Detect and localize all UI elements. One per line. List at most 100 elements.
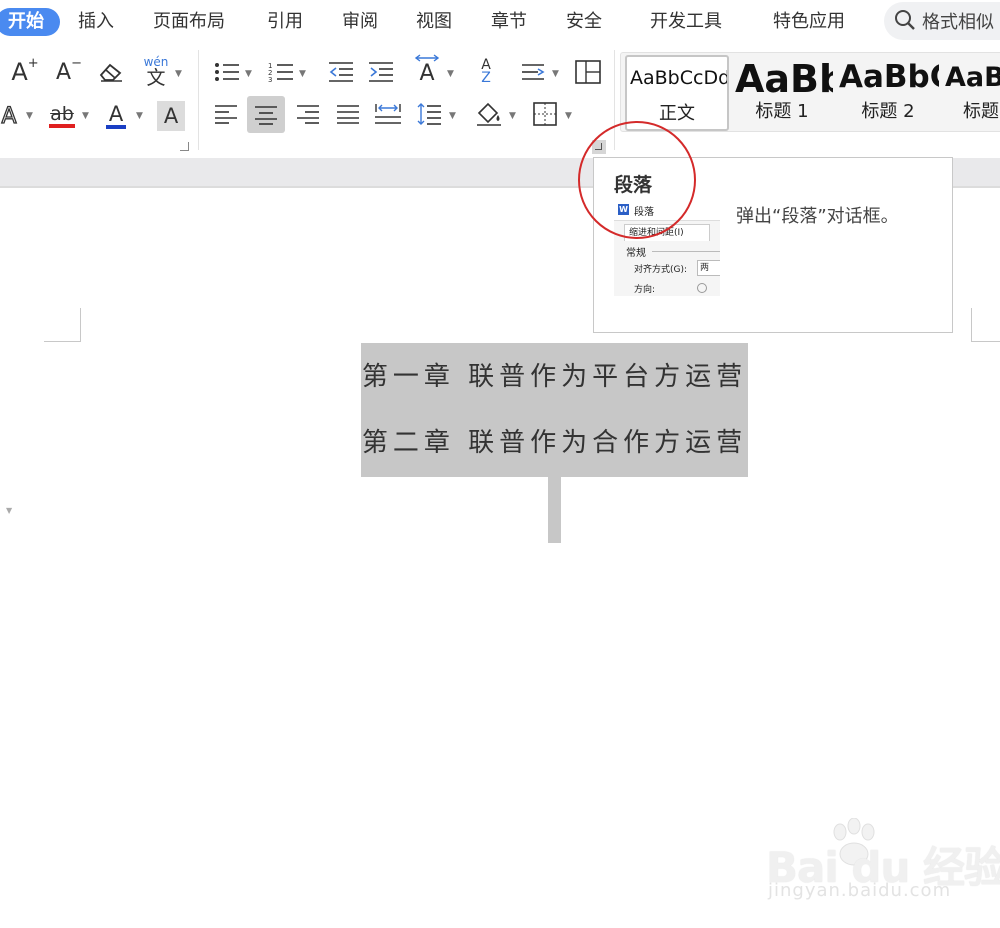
- tab-security[interactable]: 安全: [566, 8, 602, 36]
- highlight-dropdown-icon[interactable]: ▼: [82, 111, 89, 121]
- style-normal[interactable]: AaBbCcDd 正文: [625, 55, 729, 131]
- align-center-icon: [255, 105, 277, 125]
- increase-font-sup: +: [27, 55, 39, 71]
- document-line[interactable]: 第二章 联普作为合作方运营: [361, 411, 748, 475]
- mini-dialog-group-line: [652, 251, 720, 252]
- pinyin-guide-button[interactable]: wén 文: [138, 54, 174, 90]
- mini-dialog-align-label: 对齐方式(G):: [634, 265, 688, 275]
- style-heading-2[interactable]: AaBbC 标题 2: [837, 55, 939, 127]
- char-shading-button[interactable]: A: [157, 101, 185, 131]
- style-name: 标题: [963, 101, 999, 122]
- mini-dialog-radio-icon: [697, 283, 707, 293]
- paragraph-marks-icon: [522, 64, 545, 80]
- borders-dropdown-icon[interactable]: ▼: [565, 111, 572, 121]
- line-spacing-dropdown-icon[interactable]: ▼: [449, 111, 456, 121]
- align-center-button[interactable]: [247, 96, 285, 133]
- margin-arrow-icon: ▼: [6, 506, 13, 515]
- tab-references[interactable]: 引用: [267, 8, 303, 36]
- char-shading-icon: A: [163, 104, 179, 128]
- sort-button[interactable]: A Z: [470, 54, 502, 90]
- tab-home[interactable]: 开始: [0, 8, 60, 36]
- document-line[interactable]: 第一章 联普作为平台方运营: [361, 345, 748, 409]
- style-name: 标题 1: [755, 101, 809, 122]
- font-color-bar: [106, 125, 126, 129]
- mini-dialog-group: 常规: [626, 248, 646, 259]
- line-spacing-button[interactable]: [412, 96, 446, 132]
- style-preview: AaBbC: [839, 59, 939, 95]
- decrease-font-icon: A: [56, 59, 72, 85]
- highlight-color-bar: [49, 124, 75, 128]
- bullet-list-icon: [215, 63, 239, 81]
- tab-developer-tools[interactable]: 开发工具: [650, 8, 722, 36]
- page-corner-mark-left: [44, 308, 81, 342]
- highlight-icon: ab: [50, 103, 74, 125]
- marks-dropdown-icon[interactable]: ▼: [552, 69, 559, 79]
- increase-font-icon: A: [11, 58, 28, 86]
- tab-sections[interactable]: 章节: [491, 8, 527, 36]
- style-preview: AaBbCcDd: [630, 67, 729, 89]
- decrease-indent-icon: [329, 62, 353, 82]
- increase-font-size-button[interactable]: A +: [8, 56, 42, 88]
- tab-insert[interactable]: 插入: [78, 8, 114, 36]
- increase-indent-icon: [369, 62, 393, 82]
- font-color-dropdown-icon[interactable]: ▼: [136, 111, 143, 121]
- clear-format-button[interactable]: [94, 56, 128, 88]
- annotation-circle: [578, 121, 696, 239]
- distributed-align-button[interactable]: [370, 96, 406, 132]
- character-spacing-button[interactable]: A: [410, 52, 444, 88]
- watermark-url: jingyan.baidu.com: [768, 880, 952, 901]
- borders-button[interactable]: [528, 96, 562, 132]
- numbering-button[interactable]: 123: [264, 56, 298, 88]
- line-spacing-icon: [417, 103, 441, 125]
- style-preview: AaBb: [945, 62, 1000, 93]
- show-hide-marks-button[interactable]: [516, 56, 550, 88]
- table-layout-button[interactable]: [572, 56, 604, 88]
- shading-dropdown-icon[interactable]: ▼: [509, 111, 516, 121]
- align-left-icon: [215, 105, 237, 124]
- style-heading-1[interactable]: AaBb 标题 1: [731, 55, 833, 127]
- paint-bucket-icon: [477, 102, 501, 126]
- justify-icon: [337, 105, 359, 124]
- tab-view[interactable]: 视图: [416, 8, 452, 36]
- search-text: 格式相似: [922, 12, 994, 33]
- search-icon: [894, 9, 916, 35]
- borders-icon: [533, 102, 557, 126]
- justify-button[interactable]: [330, 96, 366, 132]
- highlight-button[interactable]: ab: [44, 100, 80, 132]
- mini-dialog-direction-label: 方向:: [634, 285, 656, 295]
- shading-button[interactable]: [472, 96, 506, 132]
- style-preview: AaBb: [735, 57, 833, 101]
- selection-tail: [548, 477, 561, 543]
- font-color-button[interactable]: A: [100, 100, 132, 132]
- decrease-font-size-button[interactable]: A −: [52, 56, 86, 88]
- style-gallery: AaBbCcDd 正文 AaBb 标题 1 AaBbC 标题 2 AaBb 标题: [620, 52, 1000, 132]
- tab-page-layout[interactable]: 页面布局: [153, 8, 225, 36]
- tooltip-description: 弹出“段落”对话框。: [736, 206, 899, 227]
- tab-special-apps[interactable]: 特色应用: [773, 8, 845, 36]
- search-box[interactable]: 格式相似: [884, 2, 1000, 40]
- style-title[interactable]: AaBb 标题: [943, 55, 1000, 127]
- align-left-button[interactable]: [208, 96, 244, 132]
- font-color-icon: A: [108, 102, 124, 126]
- decrease-font-sup: −: [71, 55, 82, 71]
- decrease-indent-button[interactable]: [324, 56, 358, 88]
- text-effect-button[interactable]: A: [0, 100, 24, 132]
- numbering-dropdown-icon[interactable]: ▼: [299, 69, 306, 79]
- pinyin-char: 文: [146, 67, 166, 89]
- menu-tab-bar: 开始 插入 页面布局 引用 审阅 视图 章节 安全 开发工具 特色应用 格式相似: [0, 0, 1000, 44]
- bullets-button[interactable]: [210, 56, 244, 88]
- spacing-dropdown-icon[interactable]: ▼: [447, 69, 454, 79]
- numbered-list-icon: 123: [268, 62, 293, 83]
- svg-text:3: 3: [268, 76, 272, 83]
- increase-indent-button[interactable]: [364, 56, 398, 88]
- style-name: 标题 2: [861, 101, 915, 122]
- text-effect-dropdown-icon[interactable]: ▼: [26, 111, 33, 121]
- page-corner-mark-right: [971, 308, 1000, 342]
- distributed-align-icon: [375, 104, 401, 124]
- font-dialog-launcher[interactable]: [180, 142, 189, 151]
- bullets-dropdown-icon[interactable]: ▼: [245, 69, 252, 79]
- tab-review[interactable]: 审阅: [342, 8, 378, 36]
- tab-home-label: 开始: [8, 11, 44, 32]
- align-right-button[interactable]: [290, 96, 326, 132]
- pinyin-dropdown-icon[interactable]: ▼: [175, 69, 182, 79]
